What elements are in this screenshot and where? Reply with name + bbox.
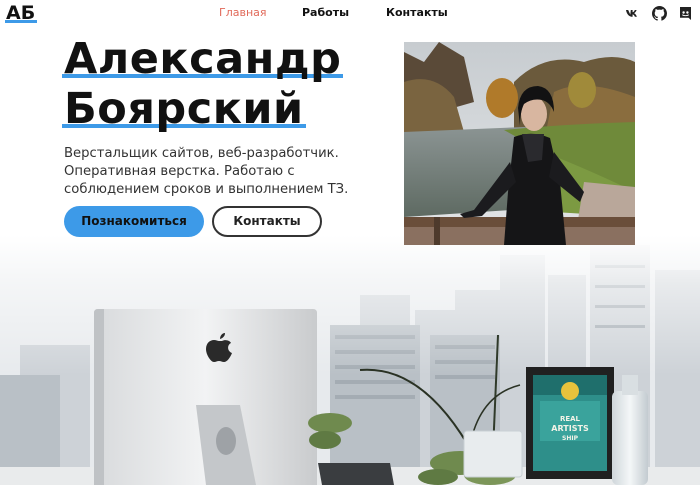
meet-button[interactable]: Познакомиться [64,206,204,237]
nav-link-works[interactable]: Работы [302,6,349,20]
contacts-button[interactable]: Контакты [212,206,322,237]
poster-text-1: REAL [560,415,581,423]
nav-link-home[interactable]: Главная [219,6,267,20]
hero-description-line-1: Верстальщик сайтов, веб-разработчик. [64,146,339,161]
workspace-background-image: REAL ARTISTS SHIP [0,235,700,485]
poster-text-2: ARTISTS [551,424,589,433]
hero-description-line-3: соблюдением сроков и выполнением ТЗ. [64,182,349,197]
github-icon[interactable] [652,6,667,21]
discord-icon[interactable] [678,6,693,21]
vk-icon[interactable] [625,6,640,21]
title-last-name: Боярский [62,84,306,134]
hero-description-line-2: Оперативная верстка. Работаю с [64,164,295,179]
profile-photo [404,42,635,245]
poster-text-3: SHIP [562,435,579,442]
site-header: АБ Главная Работы Контакты [0,0,700,28]
title-first-name: Александр [61,34,344,84]
nav-link-contacts[interactable]: Контакты [386,6,448,20]
page-title: Александр Боярский [61,34,344,134]
hero-description: Верстальщик сайтов, веб-разработчик. Опе… [64,145,364,199]
site-logo[interactable]: АБ [4,2,38,25]
